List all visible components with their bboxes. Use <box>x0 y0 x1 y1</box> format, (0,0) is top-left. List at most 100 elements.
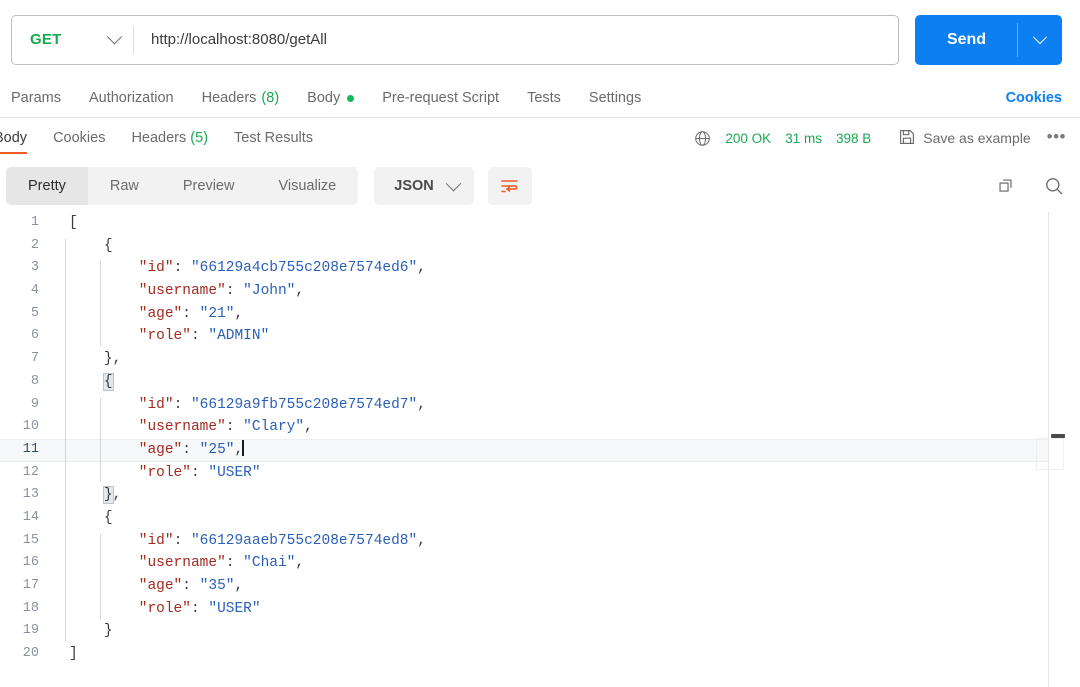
send-button[interactable]: Send <box>915 15 1018 65</box>
response-tab-body[interactable]: Body <box>0 118 27 158</box>
code-token-pun: : <box>182 442 199 458</box>
request-tab-headers[interactable]: Headers (8) <box>202 90 280 106</box>
response-status-area: 200 OK 31 ms 398 B Save as example ••• <box>694 129 1066 148</box>
code-token-str: "John" <box>243 283 295 299</box>
code-line[interactable]: 5"age": "21", <box>0 303 1048 326</box>
line-number: 16 <box>0 552 48 575</box>
response-language-dropdown[interactable]: JSON <box>374 167 474 205</box>
body-present-dot-icon <box>347 95 354 102</box>
code-token-str: "Clary" <box>243 419 304 435</box>
code-line[interactable]: 15"id": "66129aaeb755c208e7574ed8", <box>0 530 1048 553</box>
line-number: 17 <box>0 575 48 598</box>
response-tab-label: Test Results <box>234 130 313 146</box>
request-tab-label: Settings <box>589 90 641 106</box>
line-number: 8 <box>0 371 48 394</box>
code-token-pun: , <box>113 487 122 503</box>
view-mode-visualize[interactable]: Visualize <box>256 167 358 205</box>
code-text: [ <box>48 212 78 235</box>
response-tab-cookies[interactable]: Cookies <box>53 118 105 158</box>
code-line[interactable]: 19} <box>0 620 1048 643</box>
code-line[interactable]: 11 "age": "25", <box>0 439 1048 462</box>
code-line[interactable]: 4"username": "John", <box>0 280 1048 303</box>
code-token-str: "35" <box>200 578 235 594</box>
code-token-key: "age" <box>139 442 183 458</box>
code-line[interactable]: 17"age": "35", <box>0 575 1048 598</box>
status-code: 200 OK <box>725 131 771 146</box>
wrap-lines-button[interactable] <box>488 167 532 205</box>
code-token-bracket-highlighted: { <box>104 374 113 390</box>
request-tab-body[interactable]: Body <box>307 90 354 106</box>
code-token-pun: , <box>417 397 426 413</box>
code-token-key: "id" <box>139 533 174 549</box>
code-token-pun: : <box>226 555 243 571</box>
code-line[interactable]: 18"role": "USER" <box>0 598 1048 621</box>
request-tab-tests[interactable]: Tests <box>527 90 561 106</box>
line-number: 7 <box>0 348 48 371</box>
code-line[interactable]: 7}, <box>0 348 1048 371</box>
code-token-str: "66129a9fb755c208e7574ed7" <box>191 397 417 413</box>
save-as-example-button[interactable]: Save as example <box>899 129 1030 148</box>
code-token-pun: , <box>295 283 304 299</box>
line-number: 20 <box>0 643 48 666</box>
response-actions <box>997 176 1064 196</box>
code-text: "id": "66129a9fb755c208e7574ed7", <box>118 394 426 417</box>
code-line[interactable]: 12 "role": "USER" <box>0 462 1048 485</box>
code-line[interactable]: 2{ <box>0 235 1048 258</box>
code-line[interactable]: 9 "id": "66129a9fb755c208e7574ed7", <box>0 394 1048 417</box>
response-body-code-editor[interactable]: 1[2{3"id": "66129a4cb755c208e7574ed6",4"… <box>0 212 1048 687</box>
chevron-down-icon <box>1033 30 1047 44</box>
request-tab-pre-request-script[interactable]: Pre-request Script <box>382 90 499 106</box>
view-mode-preview[interactable]: Preview <box>161 167 257 205</box>
code-token-pun: : <box>174 397 191 413</box>
code-line[interactable]: 1[ <box>0 212 1048 235</box>
network-globe-icon[interactable] <box>694 130 711 147</box>
view-mode-pretty[interactable]: Pretty <box>6 167 88 205</box>
cookies-link[interactable]: Cookies <box>1006 90 1062 106</box>
code-token-str: "USER" <box>208 601 260 617</box>
request-tab-label: Body <box>307 90 340 106</box>
line-number: 11 <box>0 439 48 462</box>
code-token-pun: : <box>226 419 243 435</box>
code-text: "age": "25", <box>118 439 244 462</box>
request-tab-params[interactable]: Params <box>11 90 61 106</box>
request-tab-settings[interactable]: Settings <box>589 90 641 106</box>
response-more-options-button[interactable]: ••• <box>1047 128 1066 145</box>
url-input[interactable]: http://localhost:8080/getAll <box>134 16 898 64</box>
response-tab-test-results[interactable]: Test Results <box>234 118 313 158</box>
code-line[interactable]: 14{ <box>0 507 1048 530</box>
code-token-key: "id" <box>139 397 174 413</box>
send-options-dropdown[interactable] <box>1018 15 1062 65</box>
code-text: }, <box>83 484 121 507</box>
response-tab-label: Headers <box>131 130 186 146</box>
request-tabs: Params Authorization Headers (8) Body Pr… <box>0 79 1080 118</box>
response-tab-headers[interactable]: Headers (5) <box>131 118 208 158</box>
http-method-dropdown[interactable]: GET <box>12 16 134 64</box>
code-token-brk: { <box>104 510 113 526</box>
line-number: 3 <box>0 257 48 280</box>
search-icon[interactable] <box>1044 176 1064 196</box>
request-tab-authorization[interactable]: Authorization <box>89 90 174 106</box>
code-line[interactable]: 8{ <box>0 371 1048 394</box>
chevron-down-icon <box>107 29 123 45</box>
editor-scrollbar-thumb[interactable] <box>1051 434 1065 438</box>
code-line[interactable]: 13}, <box>0 484 1048 507</box>
save-as-example-label: Save as example <box>923 130 1030 146</box>
code-line[interactable]: 6"role": "ADMIN" <box>0 325 1048 348</box>
line-number: 9 <box>0 394 48 417</box>
code-token-brk: [ <box>69 215 78 231</box>
indent-guide <box>100 261 101 346</box>
code-token-str: "21" <box>200 306 235 322</box>
code-line[interactable]: 10"username": "Clary", <box>0 416 1048 439</box>
indent-guide <box>100 534 101 619</box>
code-text: "role": "USER" <box>118 462 261 485</box>
view-mode-raw[interactable]: Raw <box>88 167 161 205</box>
code-token-pun: , <box>113 351 122 367</box>
code-line[interactable]: 3"id": "66129a4cb755c208e7574ed6", <box>0 257 1048 280</box>
code-line[interactable]: 16"username": "Chai", <box>0 552 1048 575</box>
code-token-pun: : <box>182 578 199 594</box>
floppy-disk-icon <box>899 129 915 148</box>
copy-icon[interactable] <box>997 177 1016 196</box>
code-line[interactable]: 20] <box>0 643 1048 666</box>
line-number: 12 <box>0 462 48 485</box>
line-number: 19 <box>0 620 48 643</box>
